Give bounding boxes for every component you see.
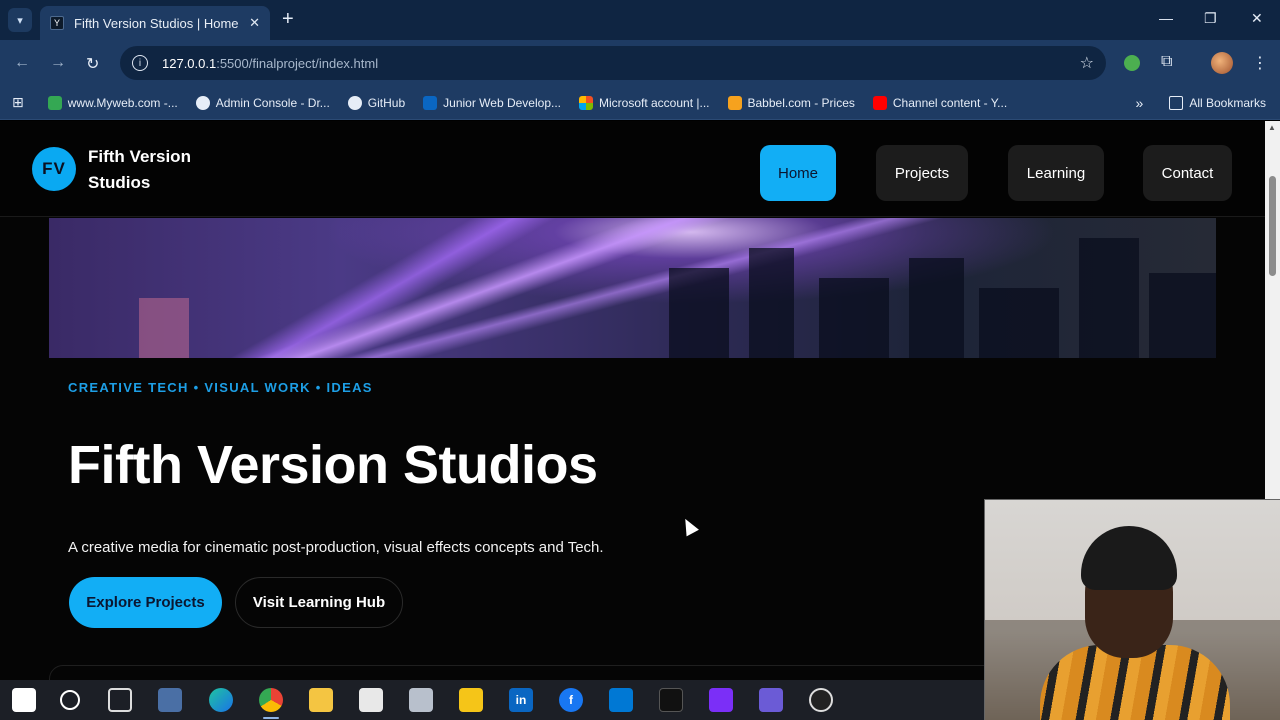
- scrollbar-thumb[interactable]: [1269, 176, 1276, 276]
- bookmark-label: Admin Console - Dr...: [215, 95, 330, 110]
- babbel-icon: [727, 95, 742, 110]
- bookmark-star-icon[interactable]: ☆: [1080, 53, 1094, 73]
- banner-building: [749, 248, 794, 358]
- all-bookmarks[interactable]: All Bookmarks: [1169, 95, 1266, 110]
- hero-eyebrow: CREATIVE TECH • VISUAL WORK • IDEAS: [68, 380, 373, 395]
- more-bookmarks-icon[interactable]: »: [1136, 95, 1144, 111]
- clipchamp-icon[interactable]: [709, 688, 733, 712]
- back-icon[interactable]: ←: [14, 54, 30, 72]
- store-icon[interactable]: [359, 688, 383, 712]
- close-window-icon[interactable]: ✕: [1251, 10, 1263, 27]
- address-bar[interactable]: i 127.0.0.1:5500/finalproject/index.html…: [120, 46, 1106, 80]
- bookmark-label: Microsoft account |...: [599, 95, 710, 110]
- browser-tab-bar: ▾ Y Fifth Version Studios | Home ✕ + — ❐…: [0, 0, 1280, 40]
- tab-search-icon[interactable]: ▾: [8, 8, 32, 32]
- banner-building: [909, 258, 964, 358]
- windows-icon[interactable]: [12, 688, 36, 712]
- banner-building: [139, 298, 189, 358]
- banner-building: [819, 278, 889, 358]
- extensions-icon[interactable]: ⧉: [1161, 53, 1172, 71]
- explore-projects-button[interactable]: Explore Projects: [69, 577, 222, 628]
- bookmark-item[interactable]: GitHub: [347, 95, 406, 110]
- mouse-cursor-icon: [679, 515, 699, 537]
- scroll-up-icon[interactable]: ▲: [1268, 123, 1276, 132]
- extension-icon[interactable]: [1124, 55, 1140, 71]
- restore-icon[interactable]: ❐: [1204, 10, 1217, 27]
- bookmark-label: Junior Web Develop...: [443, 95, 561, 110]
- folder-icon: [1169, 95, 1184, 110]
- reload-icon[interactable]: ↻: [86, 54, 99, 74]
- logo-badge[interactable]: FV: [32, 147, 76, 191]
- browser-tab-active[interactable]: Y Fifth Version Studios | Home ✕: [40, 6, 270, 40]
- nav-learning[interactable]: Learning: [1008, 145, 1104, 201]
- profile-avatar[interactable]: [1211, 52, 1233, 74]
- banner-building: [1149, 273, 1216, 358]
- lab-icon[interactable]: [759, 688, 783, 712]
- vscode-icon[interactable]: [609, 688, 633, 712]
- github-icon: [347, 95, 362, 110]
- bookmark-item[interactable]: Babbel.com - Prices: [727, 95, 855, 110]
- forward-icon[interactable]: →: [50, 54, 66, 72]
- apps-grid-icon[interactable]: ⊞: [12, 94, 24, 111]
- banner-building: [669, 268, 729, 358]
- nav-home[interactable]: Home: [760, 145, 836, 201]
- file-explorer-icon[interactable]: [309, 688, 333, 712]
- task-view-icon[interactable]: [108, 688, 132, 712]
- bookmark-favicon-icon: [47, 95, 62, 110]
- capcut-icon[interactable]: [659, 688, 683, 712]
- minimize-icon[interactable]: —: [1159, 10, 1173, 26]
- hero-banner-image: [49, 218, 1216, 358]
- webcam-person-beanie: [1081, 526, 1177, 590]
- obs-icon[interactable]: [809, 688, 833, 712]
- menu-kebab-icon[interactable]: ⋮: [1252, 53, 1268, 73]
- active-app-indicator: [263, 717, 279, 719]
- microsoft-icon: [579, 95, 593, 110]
- hero-subtitle: A creative media for cinematic post-prod…: [68, 539, 604, 556]
- stocks-icon[interactable]: [459, 688, 483, 712]
- new-tab-icon[interactable]: +: [282, 9, 294, 29]
- edge-icon[interactable]: [209, 688, 233, 712]
- nav-projects[interactable]: Projects: [876, 145, 968, 201]
- nav-contact[interactable]: Contact: [1143, 145, 1232, 201]
- browser-toolbar: ← → ↻ i 127.0.0.1:5500/finalproject/inde…: [0, 40, 1280, 86]
- youtube-icon: [872, 95, 887, 110]
- tab-title: Fifth Version Studios | Home: [74, 15, 239, 31]
- linkedin-icon[interactable]: in: [509, 688, 533, 712]
- hero-title: Fifth Version Studios: [68, 435, 598, 495]
- logo-text[interactable]: Fifth Version Studios: [88, 144, 228, 196]
- url-host: 127.0.0.1: [162, 55, 217, 71]
- bookmark-label: Channel content - Y...: [892, 95, 1008, 110]
- bookmark-label: www.Myweb.com -...: [67, 95, 178, 110]
- site-favicon-icon: Y: [50, 16, 64, 30]
- url-path: :5500/finalproject/index.html: [216, 55, 379, 71]
- site-header: FV Fifth Version Studios Home Projects L…: [0, 121, 1265, 217]
- bookmarks-bar: ⊞ www.Myweb.com -... Admin Console - Dr.…: [0, 86, 1280, 120]
- bookmark-label: Babbel.com - Prices: [747, 95, 855, 110]
- bookmark-item[interactable]: Microsoft account |...: [579, 95, 710, 110]
- bookmark-item[interactable]: Channel content - Y...: [872, 95, 1008, 110]
- banner-building: [979, 288, 1059, 358]
- visit-learning-hub-button[interactable]: Visit Learning Hub: [235, 577, 403, 628]
- linkedin-icon: [423, 95, 438, 110]
- bookmark-item[interactable]: Junior Web Develop...: [423, 95, 561, 110]
- site-info-icon[interactable]: i: [132, 55, 148, 71]
- bookmark-item[interactable]: Admin Console - Dr...: [195, 95, 330, 110]
- bookmark-item[interactable]: www.Myweb.com -...: [47, 95, 178, 110]
- banner-building: [1079, 238, 1139, 358]
- bookmark-label: GitHub: [367, 95, 406, 110]
- close-tab-icon[interactable]: ✕: [249, 15, 260, 31]
- widget-icon[interactable]: [158, 688, 182, 712]
- windows-taskbar: in f: [0, 680, 984, 720]
- all-bookmarks-label: All Bookmarks: [1189, 95, 1266, 110]
- facebook-icon[interactable]: f: [559, 688, 583, 712]
- chrome-icon[interactable]: [259, 688, 283, 712]
- bookmark-favicon-icon: [195, 95, 210, 110]
- search-icon[interactable]: [60, 690, 80, 710]
- app-icon[interactable]: [409, 688, 433, 712]
- webcam-overlay: [984, 499, 1280, 720]
